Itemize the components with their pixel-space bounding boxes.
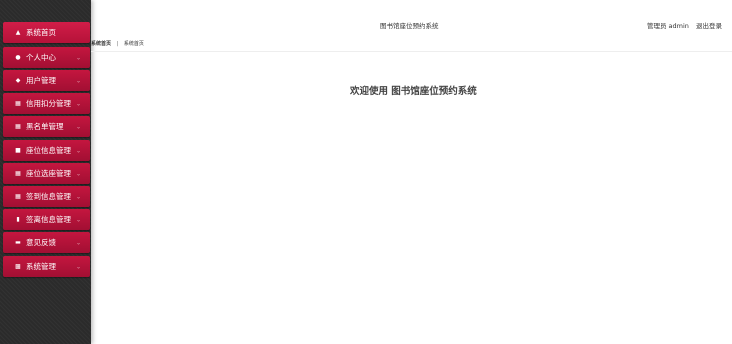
comment-icon: ▬: [15, 238, 21, 246]
sidebar-item-label: 系统管理: [26, 262, 56, 271]
breadcrumb-current: 系统首页: [123, 41, 144, 47]
sidebar-item-label: 用户管理: [26, 76, 56, 85]
sidebar-item-blacklist[interactable]: ▦ 黑名单管理 ⌄: [3, 116, 90, 137]
sidebar-item-user-management[interactable]: ◆ 用户管理 ⌄: [3, 70, 90, 91]
sidebar-item-label: 意见反馈: [26, 238, 56, 247]
app-title: 图书馆座位预约系统: [380, 22, 439, 30]
chevron-down-icon: ⌄: [75, 77, 81, 84]
user-role: 管理员: [646, 22, 667, 30]
sidebar: ▲ 系统首页 ● 个人中心 ⌄ ◆ 用户管理 ⌄ ▦ 信用扣分管理 ⌄ ▦ 黑名…: [0, 0, 91, 344]
user-info: 管理员 admin 退出登录: [647, 20, 722, 30]
chevron-down-icon: ⌄: [75, 193, 81, 200]
sidebar-item-label: 座位选座管理: [26, 169, 71, 178]
chart-icon: ▩: [15, 262, 21, 270]
username: admin: [668, 22, 689, 30]
sidebar-item-seat-selection[interactable]: ▦ 座位选座管理 ⌄: [3, 163, 90, 184]
sidebar-item-label: 信用扣分管理: [26, 99, 71, 108]
top-header: 图书馆座位预约系统 管理员 admin 退出登录: [91, 0, 732, 36]
chevron-down-icon: ⌄: [75, 54, 81, 61]
chevron-down-icon: ⌄: [75, 170, 81, 177]
clipboard-icon: ▮: [16, 215, 20, 223]
sidebar-item-home[interactable]: ▲ 系统首页: [3, 22, 90, 43]
header-divider: [91, 51, 732, 52]
chevron-down-icon: ⌄: [75, 147, 81, 154]
sidebar-item-system-management[interactable]: ▩ 系统管理 ⌄: [3, 256, 90, 277]
grid-icon: ▦: [15, 99, 21, 107]
breadcrumb-separator: |: [116, 41, 119, 47]
logout-link[interactable]: 退出登录: [696, 22, 722, 30]
grid-icon: ▦: [15, 192, 21, 200]
breadcrumb: 系统首页 | 系统首页: [91, 40, 144, 47]
breadcrumb-home[interactable]: 系统首页: [91, 41, 111, 47]
chevron-down-icon: ⌄: [75, 100, 81, 107]
sidebar-item-checkout-info[interactable]: ▮ 签离信息管理 ⌄: [3, 209, 90, 230]
home-icon: ▲: [15, 28, 21, 36]
sidebar-item-checkin-info[interactable]: ▦ 签到信息管理 ⌄: [3, 186, 90, 207]
user-icon: ●: [15, 53, 21, 61]
sidebar-item-label: 签到信息管理: [26, 192, 71, 201]
users-icon: ◆: [15, 76, 21, 84]
grid-icon: ▦: [15, 169, 21, 177]
grid-icon: ▦: [15, 122, 21, 130]
sidebar-item-label: 系统首页: [26, 28, 56, 37]
sidebar-item-label: 座位信息管理: [26, 146, 71, 155]
sidebar-item-label: 个人中心: [26, 53, 56, 62]
chevron-down-icon: ⌄: [75, 123, 81, 130]
welcome-message: 欢迎使用 图书馆座位预约系统: [350, 86, 477, 97]
sidebar-item-credit-deduction[interactable]: ▦ 信用扣分管理 ⌄: [3, 93, 90, 114]
chevron-down-icon: ⌄: [75, 263, 81, 270]
sidebar-item-personal-center[interactable]: ● 个人中心 ⌄: [3, 47, 90, 68]
sidebar-item-label: 签离信息管理: [26, 215, 71, 224]
sidebar-item-label: 黑名单管理: [26, 122, 64, 131]
seat-icon: ■: [15, 146, 21, 154]
chevron-down-icon: ⌄: [75, 216, 81, 223]
sidebar-item-seat-info[interactable]: ■ 座位信息管理 ⌄: [3, 140, 90, 161]
sidebar-item-feedback[interactable]: ▬ 意见反馈 ⌄: [3, 232, 90, 253]
chevron-down-icon: ⌄: [75, 239, 81, 246]
